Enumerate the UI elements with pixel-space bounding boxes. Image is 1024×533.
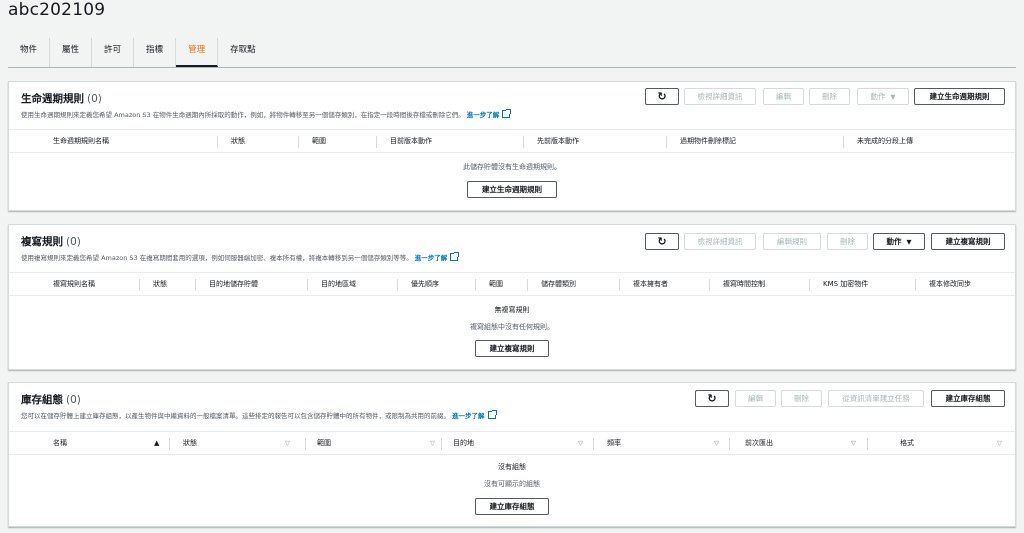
external-link-icon — [487, 410, 497, 419]
column-header[interactable]: 目的地 — [453, 432, 474, 455]
lifecycle-panel: 生命週期規則 (0) 使用生命週期規則來定義您希望 Amazon S3 在物件生命… — [8, 81, 1016, 211]
external-link-icon — [450, 252, 460, 261]
column-header[interactable]: 複本修改同步 — [929, 273, 971, 296]
empty-state-message: 複寫組態中沒有任何規則。 — [470, 323, 554, 331]
create-inventory-configuration-empty-button[interactable]: 建立庫存組態 — [475, 498, 549, 515]
inventory-count: (0) — [66, 394, 81, 406]
column-header[interactable]: 格式 — [900, 432, 914, 455]
refresh-icon: ↻ — [657, 90, 667, 103]
tab-access-points[interactable]: 存取點 — [218, 38, 268, 67]
column-header[interactable]: 複寫時間控制 — [723, 273, 765, 296]
lifecycle-title: 生命週期規則 (0) — [21, 93, 102, 105]
lifecycle-count: (0) — [87, 93, 102, 105]
refresh-icon: ↻ — [657, 235, 667, 248]
column-header[interactable]: 狀態 — [183, 432, 197, 455]
lifecycle-table-header: 生命週期規則名稱 狀態 範圍 目前版本動作 先前版本動作 過期物件刪除標記 未完… — [9, 129, 1015, 153]
tab-objects[interactable]: 物件 — [8, 38, 51, 67]
replication-description: 使用複寫規則來定義您希望 Amazon S3 在複寫期間套用的選項，例如伺服器端… — [21, 252, 460, 262]
create-replication-rule-empty-button[interactable]: 建立複寫規則 — [475, 340, 549, 357]
sort-ascending-icon[interactable]: ▲ — [154, 432, 159, 455]
delete-button[interactable]: 刪除 — [781, 390, 822, 407]
view-details-button[interactable]: 檢視詳細資訊 — [684, 233, 756, 250]
inventory-learn-more-link[interactable]: 進一步了解 — [452, 412, 485, 420]
create-inventory-configuration-button[interactable]: 建立庫存組態 — [931, 390, 1005, 407]
sort-icon[interactable]: ▽ — [285, 432, 290, 455]
column-header[interactable]: 狀態 — [153, 273, 167, 296]
column-header[interactable]: 先前版本動作 — [537, 130, 579, 153]
column-header[interactable]: 過期物件刪除標記 — [680, 130, 736, 153]
delete-button[interactable]: 刪除 — [827, 233, 868, 250]
column-header[interactable]: 範圍 — [312, 130, 326, 153]
refresh-icon: ↻ — [707, 392, 717, 405]
column-header[interactable]: 範圍 — [489, 273, 503, 296]
refresh-button[interactable]: ↻ — [645, 233, 679, 250]
column-header[interactable]: 前次匯出 — [745, 432, 773, 455]
edit-rule-button[interactable]: 編輯規則 — [763, 233, 821, 250]
inventory-title: 庫存組態 (0) — [21, 394, 81, 406]
refresh-button[interactable]: ↻ — [645, 88, 679, 105]
tab-permissions[interactable]: 許可 — [92, 38, 135, 67]
actions-dropdown[interactable]: 動作 ▼ — [873, 233, 925, 250]
replication-count: (0) — [66, 236, 81, 248]
replication-panel: 複寫規則 (0) 使用複寫規則來定義您希望 Amazon S3 在複寫期間套用的選… — [8, 224, 1016, 370]
replication-title: 複寫規則 (0) — [21, 236, 81, 248]
refresh-button[interactable]: ↻ — [695, 390, 729, 407]
column-header[interactable]: KMS 加密物件 — [823, 273, 868, 296]
tab-management[interactable]: 管理 — [176, 38, 219, 67]
column-header[interactable]: 狀態 — [231, 130, 245, 153]
empty-state-title: 無複寫規則 — [494, 306, 530, 314]
actions-dropdown[interactable]: 動作 ▼ — [857, 88, 909, 105]
sort-icon[interactable]: ▽ — [997, 432, 1002, 455]
lifecycle-description: 使用生命週期規則來定義您希望 Amazon S3 在物件生命週期內所採取的動作，… — [21, 109, 512, 119]
create-lifecycle-rule-button[interactable]: 建立生命週期規則 — [914, 88, 1005, 105]
create-replication-rule-button[interactable]: 建立複寫規則 — [931, 233, 1005, 250]
empty-state-message: 沒有可顯示的組態 — [484, 480, 540, 488]
column-header[interactable]: 目的地區域 — [321, 273, 356, 296]
edit-button[interactable]: 編輯 — [763, 88, 804, 105]
column-header[interactable]: 複本擁有者 — [633, 273, 668, 296]
inventory-panel: 庫存組態 (0) 您可以在儲存貯體上建立庫存組態，以產生物件與中繼資料的一般檔案清… — [8, 382, 1016, 527]
view-details-button[interactable]: 檢視詳細資訊 — [684, 88, 756, 105]
empty-state-message: 此儲存貯體沒有生命週期規則。 — [463, 163, 561, 171]
column-header[interactable]: 名稱 — [53, 432, 67, 455]
delete-button[interactable]: 刪除 — [809, 88, 850, 105]
inventory-description: 您可以在儲存貯體上建立庫存組態，以產生物件與中繼資料的一般檔案清單。這些排定的報… — [21, 410, 497, 420]
replication-table-header: 複寫規則名稱 狀態 目的地儲存貯體 目的地區域 優先順序 範圍 儲存體類別 複本… — [9, 272, 1015, 296]
column-header[interactable]: 優先順序 — [411, 273, 439, 296]
column-header[interactable]: 目前版本動作 — [390, 130, 432, 153]
edit-button[interactable]: 編輯 — [735, 390, 776, 407]
create-lifecycle-rule-empty-button[interactable]: 建立生命週期規則 — [467, 181, 557, 198]
caret-down-icon: ▼ — [890, 92, 896, 101]
caret-down-icon: ▼ — [906, 237, 912, 246]
tab-bar: 物件 屬性 許可 指標 管理 存取點 — [8, 38, 1016, 68]
column-header[interactable]: 未完成的分段上傳 — [857, 130, 913, 153]
tab-metrics[interactable]: 指標 — [134, 38, 177, 67]
create-job-from-manifest-button[interactable]: 從資訊清單建立任務 — [828, 390, 924, 407]
column-header[interactable]: 範圍 — [317, 432, 331, 455]
column-header[interactable]: 生命週期規則名稱 — [53, 130, 109, 153]
replication-learn-more-link[interactable]: 進一步了解 — [415, 254, 448, 262]
inventory-table-header: 名稱 ▲ 狀態 ▽ 範圍 ▽ 目的地 ▽ 頻率 ▽ 前次匯出 ▽ 格式 ▽ — [9, 431, 1015, 455]
page-title: abc202109 — [8, 0, 106, 20]
external-link-icon — [502, 109, 512, 118]
lifecycle-learn-more-link[interactable]: 進一步了解 — [467, 111, 500, 119]
empty-state-title: 沒有組態 — [498, 463, 526, 471]
sort-icon[interactable]: ▽ — [578, 432, 583, 455]
tab-properties[interactable]: 屬性 — [50, 38, 93, 67]
column-header[interactable]: 儲存體類別 — [541, 273, 576, 296]
column-header[interactable]: 頻率 — [607, 432, 621, 455]
column-header[interactable]: 目的地儲存貯體 — [209, 273, 258, 296]
column-header[interactable]: 複寫規則名稱 — [53, 273, 95, 296]
sort-icon[interactable]: ▽ — [430, 432, 435, 455]
sort-icon[interactable]: ▽ — [714, 432, 719, 455]
sort-icon[interactable]: ▽ — [851, 432, 856, 455]
